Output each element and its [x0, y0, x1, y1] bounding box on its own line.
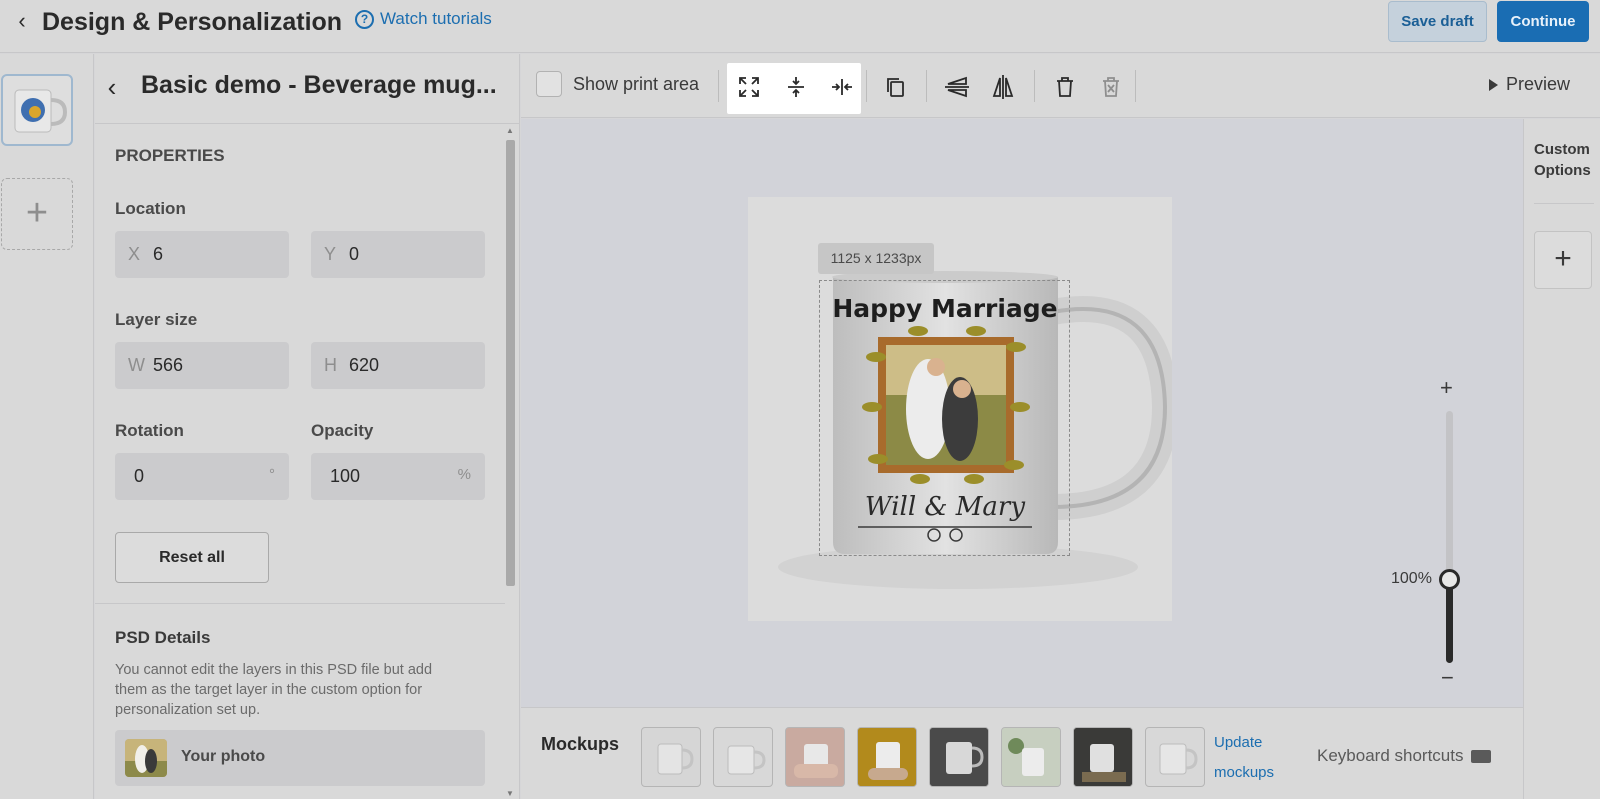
keyboard-icon [1471, 749, 1492, 763]
zoom-slider-handle[interactable] [1439, 569, 1460, 590]
w-value: 566 [153, 355, 184, 375]
y-value: 0 [349, 244, 360, 264]
selected-layer-outline[interactable] [819, 280, 1070, 556]
add-custom-option-button[interactable]: + [1534, 231, 1592, 289]
properties-panel: ‹ Basic demo - Beverage mug... ▲ ▼ PROPE… [95, 54, 520, 799]
panel-back-icon[interactable]: ‹ [101, 74, 123, 100]
mockups-label: Mockups [541, 734, 620, 754]
psd-layer-item[interactable]: Your photo [115, 730, 485, 786]
psd-description: You cannot edit the layers in this PSD f… [115, 662, 433, 718]
h-prefix: H [324, 355, 337, 375]
preview-label: Preview [1505, 74, 1570, 94]
top-bar: ‹ Design & Personalization ? Watch tutor… [0, 0, 1600, 53]
duplicate-icon[interactable] [882, 74, 908, 100]
rotation-value: 0 [134, 466, 145, 486]
toolbar-separator [1135, 70, 1136, 102]
x-field[interactable]: X 6 [115, 231, 289, 278]
toolbar-separator [926, 70, 927, 102]
photo-thumbnail [125, 739, 167, 777]
mockup-thumbnail[interactable] [641, 727, 701, 787]
flip-horizontal-icon[interactable] [990, 74, 1016, 100]
mockup-thumbnail[interactable] [929, 727, 989, 787]
product-rail: + [0, 54, 94, 799]
editor-toolbar: Show print area Preview [521, 54, 1600, 118]
scroll-down-icon[interactable]: ▼ [506, 789, 514, 798]
opacity-label: Opacity [311, 421, 374, 440]
design-canvas[interactable]: Happy Marriage Will & Mary 1125 x 1233px… [521, 119, 1523, 707]
watch-tutorials-label: Watch tutorials [380, 9, 492, 28]
keyboard-shortcuts-label: Keyboard shortcuts [1317, 746, 1464, 765]
height-field[interactable]: H 620 [311, 342, 485, 389]
x-prefix: X [128, 244, 141, 264]
zoom-value: 100% [1391, 570, 1432, 587]
play-icon [1488, 78, 1498, 91]
show-print-area-label: Show print area [573, 73, 700, 94]
toolbar-separator [1034, 70, 1035, 102]
dimension-badge: 1125 x 1233px [818, 243, 934, 274]
panel-header: ‹ Basic demo - Beverage mug... [95, 54, 520, 124]
show-print-area-toggle[interactable]: Show print area [536, 71, 699, 97]
opacity-value: 100 [330, 466, 361, 486]
zoom-out-button[interactable]: − [1441, 665, 1454, 691]
watch-tutorials-link[interactable]: ? Watch tutorials [355, 9, 492, 29]
update-mockups-link[interactable]: Update mockups [1214, 728, 1294, 788]
opacity-field[interactable]: 100 % [311, 453, 485, 500]
fit-canvas-icon[interactable] [736, 74, 762, 100]
rotation-unit: ° [269, 466, 275, 483]
custom-options-title: Custom Options [1534, 141, 1591, 179]
back-arrow-icon[interactable]: ‹ [10, 10, 34, 34]
mug-thumbnail-icon [14, 89, 68, 133]
toolbar-separator [718, 70, 719, 102]
custom-options-divider [1534, 203, 1594, 204]
mockup-thumbnail[interactable] [785, 727, 845, 787]
add-product-button[interactable]: + [1, 178, 73, 250]
opacity-unit: % [457, 466, 471, 483]
preview-button[interactable]: Preview [1488, 74, 1570, 95]
scroll-thumb[interactable] [506, 140, 515, 586]
fit-height-icon[interactable] [783, 74, 809, 100]
product-thumbnail[interactable] [1, 74, 73, 146]
rotation-label: Rotation [115, 421, 184, 440]
rotation-field[interactable]: 0 ° [115, 453, 289, 500]
psd-layer-name: Your photo [181, 748, 266, 765]
panel-title: Basic demo - Beverage mug... [141, 71, 497, 99]
show-print-area-checkbox[interactable] [536, 71, 562, 97]
help-circle-icon: ? [355, 9, 374, 29]
mockup-thumbnail[interactable] [713, 727, 773, 787]
fit-width-icon[interactable] [829, 74, 855, 100]
y-field[interactable]: Y 0 [311, 231, 485, 278]
x-value: 6 [153, 244, 164, 264]
properties-heading: PROPERTIES [115, 146, 225, 165]
mockup-thumbnail[interactable] [1001, 727, 1061, 787]
continue-button[interactable]: Continue [1497, 1, 1589, 42]
h-value: 620 [349, 355, 380, 375]
mockups-bar: Mockups Update mockups Keyboard shortcut… [521, 707, 1523, 799]
delete-all-icon[interactable] [1098, 74, 1124, 100]
mockup-thumbnail[interactable] [1073, 727, 1133, 787]
w-prefix: W [128, 355, 145, 375]
scroll-up-icon[interactable]: ▲ [506, 126, 514, 135]
delete-icon[interactable] [1052, 74, 1078, 100]
psd-details-heading: PSD Details [115, 628, 211, 647]
flip-vertical-icon[interactable] [944, 74, 970, 100]
panel-scrollbar[interactable]: ▲ ▼ [504, 126, 516, 798]
mockup-thumbnail[interactable] [1145, 727, 1205, 787]
layer-size-label: Layer size [115, 310, 198, 329]
save-draft-button[interactable]: Save draft [1388, 1, 1487, 42]
y-prefix: Y [324, 244, 337, 264]
page-title: Design & Personalization [42, 8, 343, 36]
width-field[interactable]: W 566 [115, 342, 289, 389]
mockup-thumbnail[interactable] [857, 727, 917, 787]
reset-all-button[interactable]: Reset all [115, 532, 269, 583]
location-label: Location [115, 199, 186, 218]
keyboard-shortcuts-link[interactable]: Keyboard shortcuts [1317, 746, 1492, 766]
panel-divider [95, 603, 505, 604]
toolbar-separator [866, 70, 867, 102]
zoom-in-button[interactable]: + [1440, 375, 1453, 401]
custom-options-bar: Custom Options + [1523, 119, 1600, 799]
